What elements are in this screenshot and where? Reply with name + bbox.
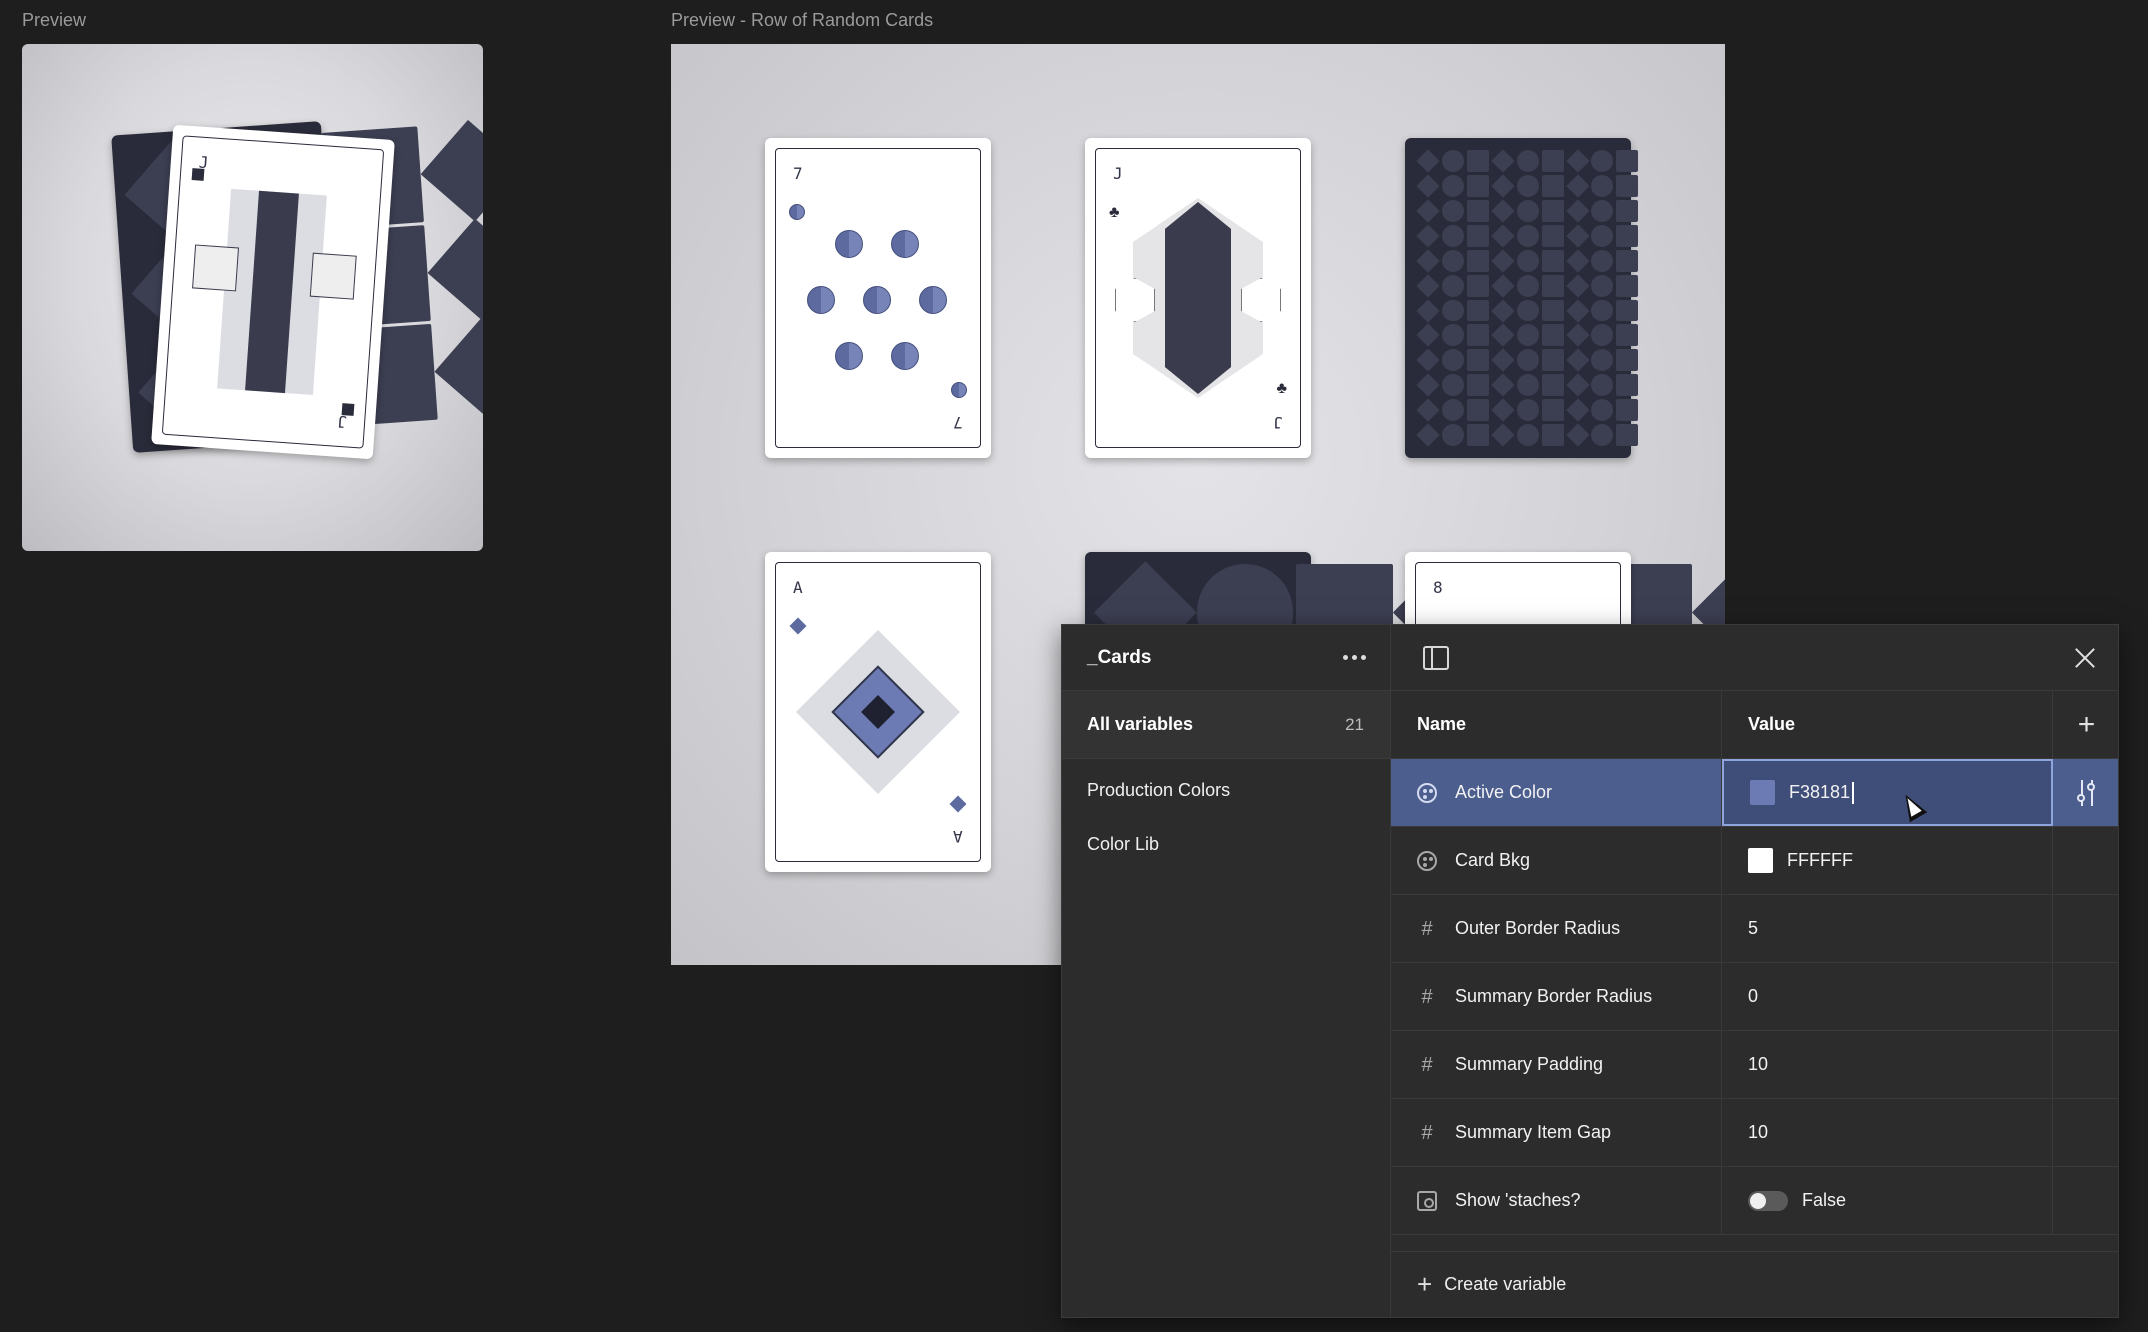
table-row[interactable]: Active Color F38181	[1391, 759, 2118, 827]
number-variable-icon: #	[1421, 1053, 1433, 1076]
card-rank: A	[793, 578, 803, 597]
table-row[interactable]: # Summary Border Radius 0	[1391, 963, 2118, 1031]
pip	[863, 286, 891, 314]
pip	[891, 342, 919, 370]
card-rank: J	[1113, 164, 1123, 183]
card-rank: J	[1273, 413, 1283, 432]
variable-value-input[interactable]: 10	[1722, 1031, 2053, 1098]
variable-name: Active Color	[1455, 782, 1553, 802]
suit-square-icon	[191, 168, 205, 181]
sidebar-item-production-colors[interactable]: Production Colors	[1062, 763, 1390, 817]
table-row[interactable]: # Summary Item Gap 10	[1391, 1099, 2118, 1167]
variable-value-input[interactable]: 0	[1722, 963, 2053, 1030]
color-swatch[interactable]	[1748, 848, 1773, 873]
variable-value-input[interactable]: 10	[1722, 1099, 2053, 1166]
table-row[interactable]: Show 'staches? False	[1391, 1167, 2118, 1235]
card-back	[1405, 138, 1639, 458]
text-caret	[1852, 781, 1855, 804]
suit-circle-icon	[789, 204, 805, 220]
pip	[835, 342, 863, 370]
number-variable-icon: #	[1421, 917, 1433, 940]
variable-name: Summary Padding	[1455, 1054, 1604, 1074]
jack-side-right	[309, 252, 357, 300]
jack-side-left	[192, 244, 240, 292]
card-rank: A	[953, 827, 963, 846]
more-horizontal-icon[interactable]	[1343, 655, 1366, 660]
variable-name: Summary Item Gap	[1455, 1122, 1612, 1142]
table-row[interactable]: Card Bkg FFFFFF	[1391, 827, 2118, 895]
variable-value-input[interactable]: 5	[1722, 895, 2053, 962]
card-jack: J J ♣ ♣	[1085, 138, 1311, 458]
sidebar-item-all-variables[interactable]: All variables 21	[1062, 691, 1390, 759]
frame-label-random-cards[interactable]: Preview - Row of Random Cards	[671, 10, 933, 31]
preview-jack-card: J J	[151, 124, 395, 460]
color-variable-icon	[1417, 782, 1437, 803]
variable-value-input[interactable]: FFFFFF	[1722, 827, 2053, 894]
all-variables-label: All variables	[1087, 714, 1194, 734]
collections-sidebar: _Cards All variables 21 Production Color…	[1062, 625, 1391, 1317]
variable-name: Card Bkg	[1455, 850, 1531, 870]
variable-value: 5	[1748, 918, 1759, 938]
variable-name: Outer Border Radius	[1455, 918, 1621, 938]
all-variables-count: 21	[1345, 714, 1364, 734]
add-column-button[interactable]: +	[2053, 691, 2120, 758]
collection-header: _Cards	[1062, 625, 1390, 691]
column-header-value: Value	[1722, 691, 2053, 758]
variable-value: 10	[1748, 1054, 1769, 1074]
variable-settings-button[interactable]	[2053, 759, 2120, 826]
suit-square-icon	[341, 403, 355, 416]
color-swatch[interactable]	[1750, 780, 1775, 805]
frame-label-preview[interactable]: Preview	[22, 10, 86, 31]
table-header: Name Value +	[1391, 691, 2118, 759]
column-header-name: Name	[1391, 691, 1722, 758]
variable-value-input[interactable]: False	[1722, 1167, 2053, 1234]
variable-name: Show 'staches?	[1455, 1190, 1581, 1210]
variable-value-input[interactable]: F38181	[1722, 759, 2053, 826]
variables-panel: _Cards All variables 21 Production Color…	[1061, 624, 2119, 1318]
plus-icon: +	[2077, 707, 2096, 741]
variable-name: Summary Border Radius	[1455, 986, 1653, 1006]
card-ace: A A	[765, 552, 991, 872]
pip	[807, 286, 835, 314]
plus-icon: +	[1417, 1269, 1433, 1299]
table-row[interactable]: # Outer Border Radius 5	[1391, 895, 2118, 963]
create-variable-button[interactable]: + Create variable	[1391, 1251, 2118, 1317]
close-icon[interactable]	[2074, 647, 2096, 669]
collection-title[interactable]: _Cards	[1087, 647, 1151, 669]
table-row[interactable]: # Summary Padding 10	[1391, 1031, 2118, 1099]
pip	[835, 230, 863, 258]
sidebar-item-color-lib[interactable]: Color Lib	[1062, 817, 1390, 871]
boolean-toggle[interactable]	[1748, 1190, 1788, 1211]
number-variable-icon: #	[1421, 985, 1433, 1008]
boolean-variable-icon	[1417, 1190, 1437, 1211]
adjust-icon	[2076, 779, 2098, 806]
create-variable-label: Create variable	[1444, 1274, 1567, 1294]
card-seven: 7 7	[765, 138, 991, 458]
suit-circle-icon	[951, 382, 967, 398]
sidebar-toggle-icon[interactable]	[1423, 645, 1449, 670]
variable-value: FFFFFF	[1787, 850, 1853, 870]
suit-club-icon: ♣	[1276, 380, 1288, 397]
pip	[919, 286, 947, 314]
card-rank: 8	[1433, 578, 1443, 597]
variable-value: False	[1802, 1190, 1847, 1210]
number-variable-icon: #	[1421, 1121, 1433, 1144]
card-rank: 7	[793, 164, 803, 183]
variable-value: F38181	[1789, 782, 1851, 802]
jack-figure	[1165, 202, 1231, 394]
variables-table-area: Name Value + Active Color F38181 Card Bk…	[1391, 625, 2118, 1317]
variable-value: 0	[1748, 986, 1759, 1006]
preview-frame[interactable]: J J	[22, 44, 483, 551]
variable-value: 10	[1748, 1122, 1769, 1142]
pip	[891, 230, 919, 258]
panel-topbar	[1391, 625, 2118, 691]
suit-club-icon: ♣	[1109, 204, 1120, 221]
card-rank: 7	[953, 413, 963, 432]
color-variable-icon	[1417, 850, 1437, 871]
card-back-pattern	[1416, 149, 1639, 447]
